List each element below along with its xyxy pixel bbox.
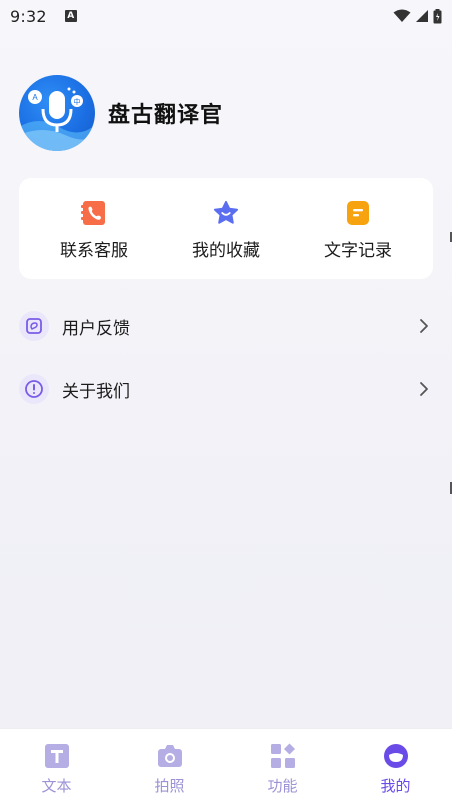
camera-icon [157, 745, 182, 767]
app-logo-mic-icon: A 中 [19, 87, 95, 151]
quick-action-label: 联系客服 [60, 241, 128, 261]
info-icon [19, 374, 49, 404]
nav-tab-text[interactable]: 文本 [0, 729, 113, 803]
note-icon [345, 200, 371, 226]
wifi-icon [393, 9, 411, 22]
profile-header: A 中 盘古翻译官 [19, 75, 223, 151]
contact-service-button[interactable]: 联系客服 [48, 178, 140, 279]
text-icon [44, 744, 69, 768]
feedback-icon [19, 311, 49, 341]
quick-action-label: 我的收藏 [192, 241, 260, 261]
svg-text:中: 中 [74, 97, 81, 106]
grid-icon [270, 743, 295, 768]
menu-item-label: 用户反馈 [62, 318, 130, 339]
status-bar: 9:32 A [0, 0, 452, 32]
svg-text:A: A [32, 93, 38, 102]
app-name: 盘古翻译官 [108, 103, 224, 128]
quick-action-label: 文字记录 [324, 241, 392, 261]
battery-icon [433, 8, 442, 23]
favorites-button[interactable]: 我的收藏 [180, 178, 272, 279]
nav-tab-mine[interactable]: 我的 [339, 729, 452, 803]
menu-item-feedback[interactable]: 用户反馈 [19, 306, 433, 346]
menu-item-label: 关于我们 [62, 381, 130, 402]
nav-label: 文本 [41, 777, 72, 795]
text-records-button[interactable]: 文字记录 [312, 178, 404, 279]
profile-icon [383, 744, 408, 768]
chevron-right-icon [420, 319, 428, 333]
nav-label: 拍照 [154, 777, 185, 795]
nav-tab-camera[interactable]: 拍照 [113, 729, 226, 803]
a-icon: A [64, 10, 77, 22]
signal-icon [416, 10, 428, 22]
chevron-right-icon [420, 382, 428, 396]
avatar[interactable]: A 中 [19, 75, 95, 151]
nav-label: 功能 [267, 777, 298, 795]
star-icon [213, 200, 239, 226]
quick-actions-card: 联系客服 我的收藏 文字记录 [19, 178, 433, 279]
phone-book-icon [81, 200, 107, 226]
status-icons [393, 8, 442, 24]
bottom-nav: 文本 拍照 功能 我的 [0, 728, 452, 803]
nav-tab-functions[interactable]: 功能 [226, 729, 339, 803]
nav-label: 我的 [380, 777, 411, 795]
menu-item-about[interactable]: 关于我们 [19, 369, 433, 409]
status-time: 9:32 [10, 6, 47, 26]
